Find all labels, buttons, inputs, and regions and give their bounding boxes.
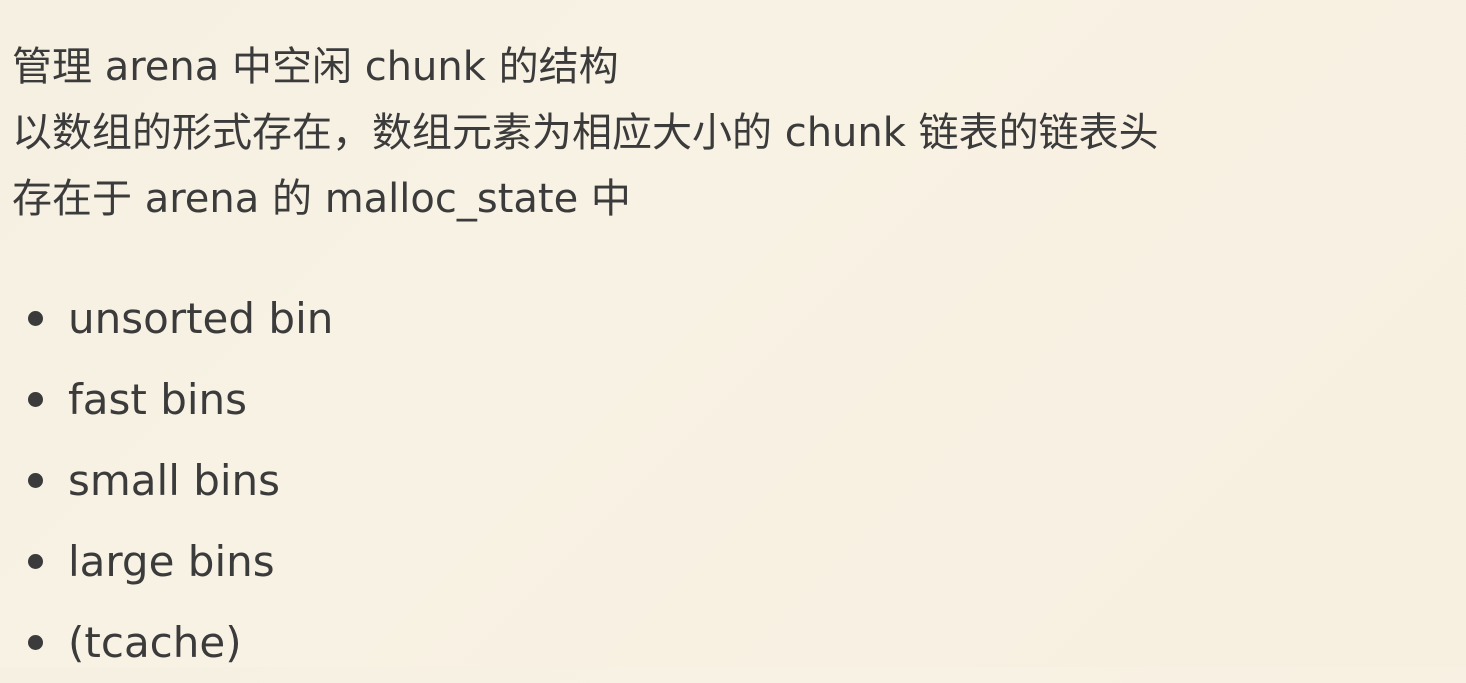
bin-list: unsorted bin fast bins small bins large … (22, 278, 333, 683)
intro-text: 管理 arena 中空闲 chunk 的结构 以数组的形式存在，数组元素为相应大… (12, 34, 1159, 232)
list-item: (tcache) (22, 602, 333, 683)
bin-label: (tcache) (68, 618, 242, 667)
list-item: large bins (22, 521, 333, 602)
bullet-icon (28, 635, 43, 650)
bullet-icon (28, 554, 43, 569)
bin-label: large bins (68, 537, 275, 586)
list-item: fast bins (22, 359, 333, 440)
bullet-icon (28, 473, 43, 488)
slide: 管理 arena 中空闲 chunk 的结构 以数组的形式存在，数组元素为相应大… (0, 0, 1466, 667)
bin-label: fast bins (68, 375, 248, 424)
intro-line: 管理 arena 中空闲 chunk 的结构 (12, 44, 619, 90)
intro-line: 以数组的形式存在，数组元素为相应大小的 chunk 链表的链表头 (12, 110, 1159, 156)
intro-line: 存在于 arena 的 malloc_state 中 (12, 176, 631, 222)
bullet-icon (28, 311, 43, 326)
bullet-icon (28, 392, 43, 407)
list-item: small bins (22, 440, 333, 521)
list-item: unsorted bin (22, 278, 333, 359)
bin-label: unsorted bin (68, 294, 334, 343)
bin-label: small bins (68, 456, 281, 505)
